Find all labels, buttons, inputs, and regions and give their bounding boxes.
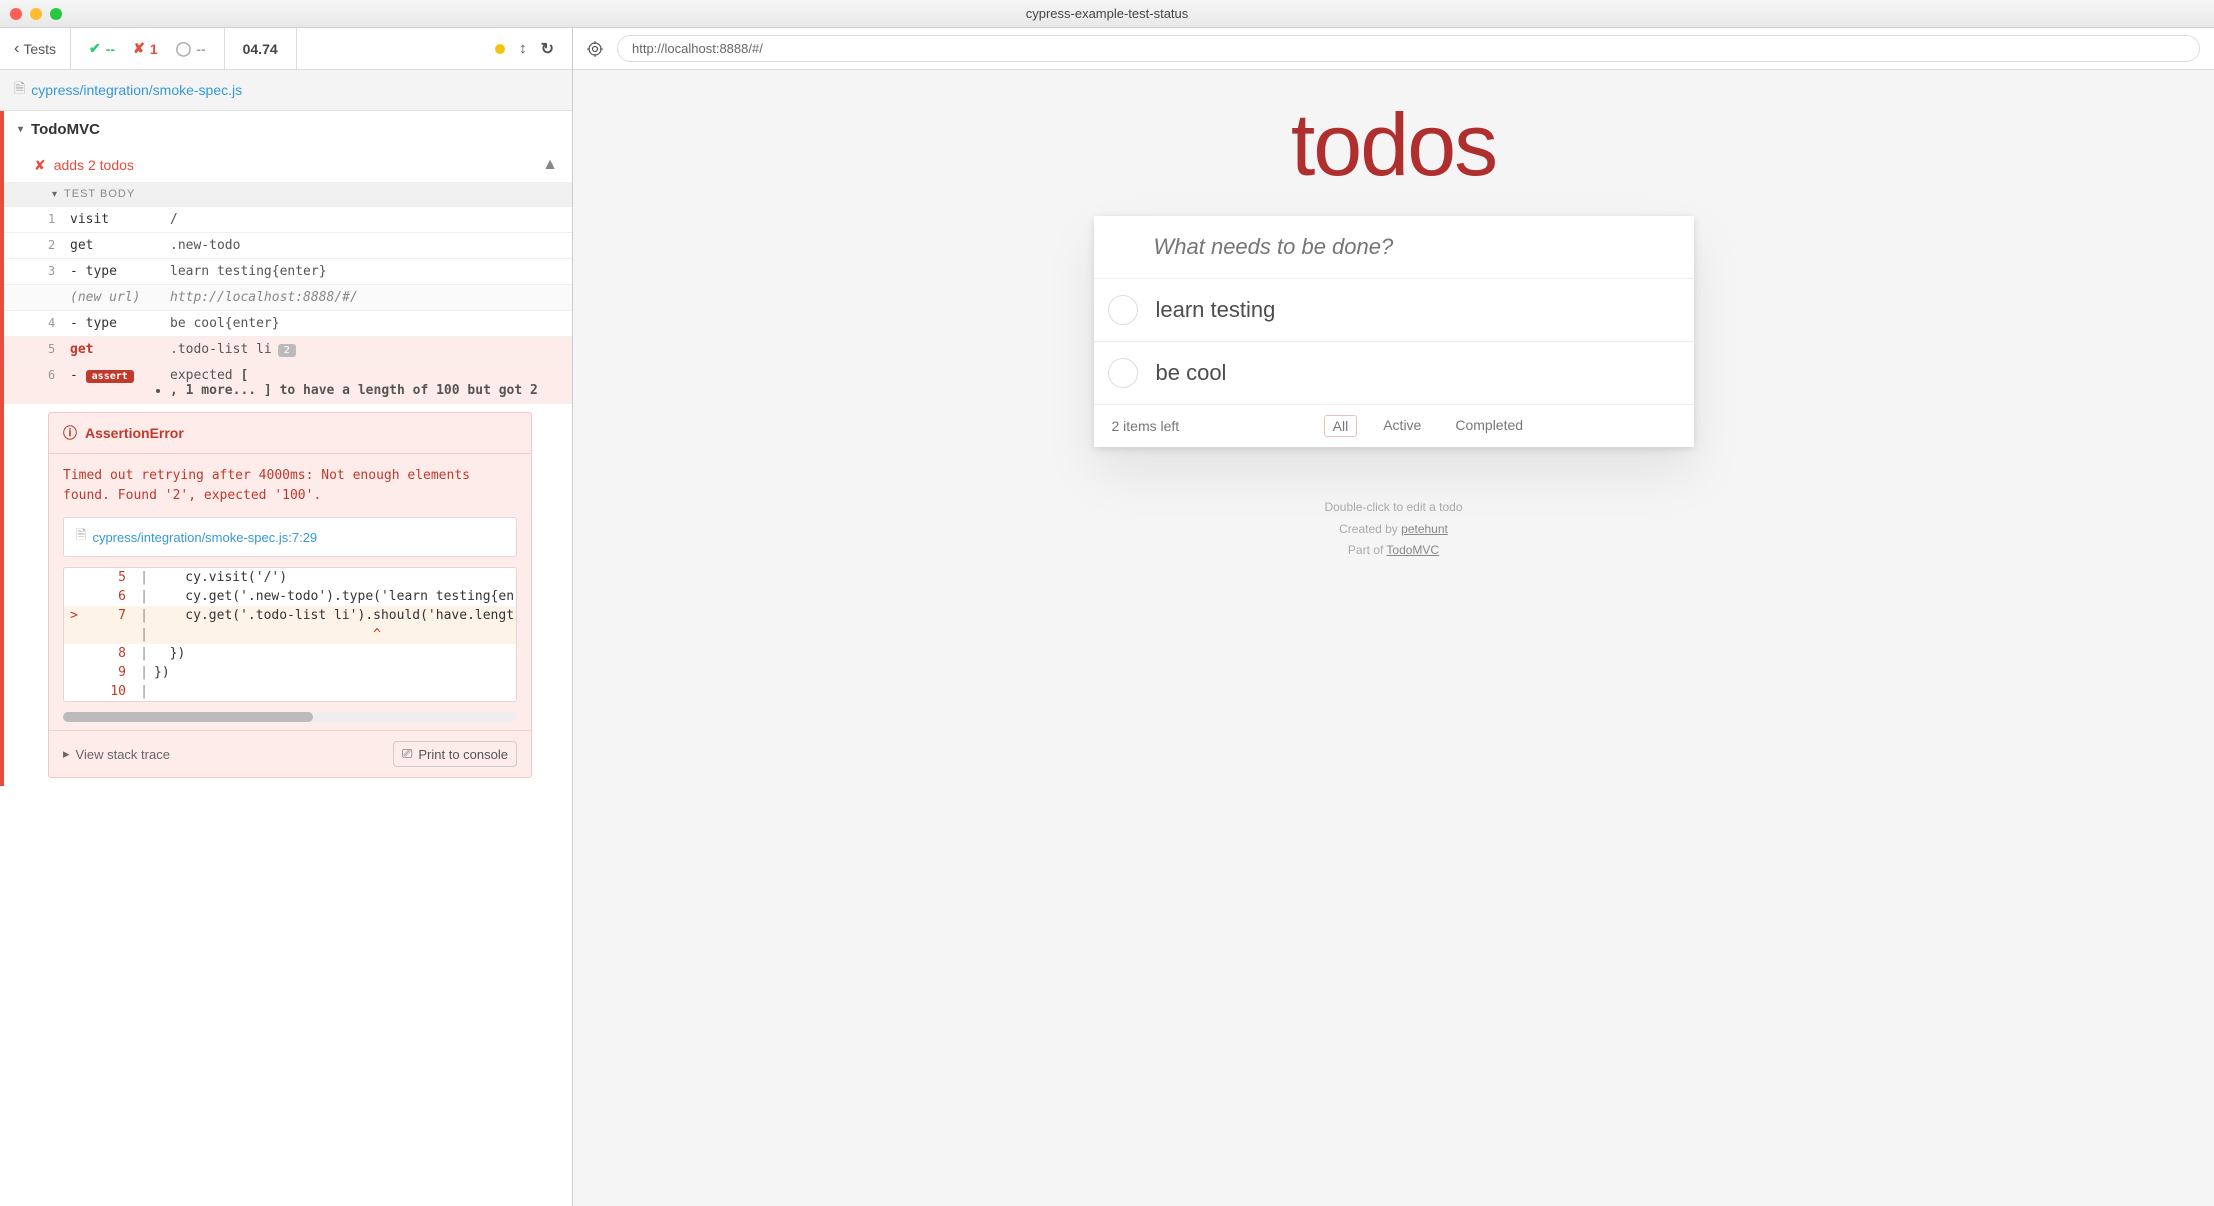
run-stats: ✔ -- ✘ 1 ◯ -- xyxy=(71,28,225,69)
error-header: ⓘ AssertionError xyxy=(49,413,531,454)
passed-count: ✔ -- xyxy=(89,40,115,57)
reporter-toolbar: ‹ Tests ✔ -- ✘ 1 ◯ -- 04.74 xyxy=(0,28,572,70)
info-line: Part of TodoMVC xyxy=(573,540,2214,562)
author-link[interactable]: petehunt xyxy=(1401,522,1448,536)
todo-list: learn testing be cool xyxy=(1094,278,1694,405)
file-icon: 🗎 xyxy=(14,78,25,102)
todo-label: be cool xyxy=(1156,360,1227,386)
close-window-button[interactable] xyxy=(10,8,22,20)
caret-down-icon: ▾ xyxy=(52,189,58,200)
todomvc-link[interactable]: TodoMVC xyxy=(1386,543,1439,557)
command-row[interactable]: 5get.todo-list li2 xyxy=(4,337,572,363)
spec-path: cypress/integration/smoke-spec.js xyxy=(31,82,242,98)
info-line: Created by petehunt xyxy=(573,519,2214,541)
reporter-panel: ‹ Tests ✔ -- ✘ 1 ◯ -- 04.74 xyxy=(0,28,573,1206)
code-line: 8| }) xyxy=(64,644,516,663)
code-line: >7| cy.get('.todo-list li').should('have… xyxy=(64,606,516,625)
rerun-icon[interactable]: ↻ xyxy=(541,39,554,59)
test-body-header: ▾ TEST BODY xyxy=(4,182,572,206)
code-line: 5| cy.visit('/') xyxy=(64,568,516,587)
command-row[interactable]: (new url)http://localhost:8888/#/ xyxy=(4,285,572,311)
window-title: cypress-example-test-status xyxy=(1026,6,1189,21)
filter-completed[interactable]: Completed xyxy=(1447,415,1531,437)
error-icon: ⓘ xyxy=(63,423,77,443)
maximize-window-button[interactable] xyxy=(50,8,62,20)
aut-toolbar: http://localhost:8888/#/ xyxy=(573,28,2214,70)
x-icon: ✘ xyxy=(34,157,46,174)
app-info: Double-click to edit a todo Created by p… xyxy=(573,497,2214,562)
todoapp: learn testing be cool 2 items left All Ac… xyxy=(1094,216,1694,447)
toggle-complete-checkbox[interactable] xyxy=(1108,295,1138,325)
test-name: adds 2 todos xyxy=(54,157,134,173)
spec-file-header[interactable]: 🗎 cypress/integration/smoke-spec.js xyxy=(0,70,572,111)
x-icon: ✘ xyxy=(133,40,145,57)
app-title: todos xyxy=(573,94,2214,196)
error-file-link[interactable]: 🗎 cypress/integration/smoke-spec.js:7:29 xyxy=(63,517,517,557)
command-row[interactable]: 3- typelearn testing{enter} xyxy=(4,259,572,285)
todo-item[interactable]: learn testing xyxy=(1094,279,1694,342)
horizontal-scrollbar[interactable] xyxy=(63,712,517,722)
filter-active[interactable]: Active xyxy=(1375,415,1429,437)
filter-all[interactable]: All xyxy=(1324,415,1358,437)
toggle-complete-checkbox[interactable] xyxy=(1108,358,1138,388)
error-box: ⓘ AssertionError Timed out retrying afte… xyxy=(48,412,532,778)
test-title-row[interactable]: ✘ adds 2 todos ▲ xyxy=(4,148,572,182)
suite-title[interactable]: ▾ TodoMVC xyxy=(4,111,572,148)
info-line: Double-click to edit a todo xyxy=(573,497,2214,519)
command-log: 1visit/2get.new-todo3- typelearn testing… xyxy=(4,206,572,404)
traffic-lights xyxy=(10,8,62,20)
caret-down-icon: ▾ xyxy=(18,124,23,135)
scroll-icon[interactable]: ↕ xyxy=(519,40,527,57)
code-line: 6| cy.get('.new-todo').type('learn testi… xyxy=(64,587,516,606)
chevron-right-icon: ▸ xyxy=(63,746,70,762)
warning-icon: ▲ xyxy=(542,156,558,174)
error-message: Timed out retrying after 4000ms: Not eno… xyxy=(49,454,531,517)
terminal-icon: ⎚ xyxy=(402,746,412,762)
filter-group: All Active Completed xyxy=(1179,415,1675,437)
code-line: 9|}) xyxy=(64,663,516,682)
view-stack-trace-button[interactable]: ▸ View stack trace xyxy=(63,741,170,767)
failed-count: ✘ 1 xyxy=(133,40,158,57)
new-todo-input[interactable] xyxy=(1094,216,1694,278)
back-to-tests-button[interactable]: ‹ Tests xyxy=(0,28,71,69)
status-dot-icon xyxy=(495,44,505,54)
todo-item[interactable]: be cool xyxy=(1094,342,1694,405)
chevron-left-icon: ‹ xyxy=(14,40,19,58)
error-footer: ▸ View stack trace ⎚ Print to console xyxy=(49,730,531,777)
print-to-console-button[interactable]: ⎚ Print to console xyxy=(393,741,517,767)
aut-panel: http://localhost:8888/#/ todos learn tes… xyxy=(573,28,2214,1206)
circle-icon: ◯ xyxy=(176,40,192,57)
suite: ▾ TodoMVC ✘ adds 2 todos ▲ ▾ TEST BODY 1… xyxy=(0,111,572,786)
todo-label: learn testing xyxy=(1156,297,1276,323)
command-row[interactable]: 4- typebe cool{enter} xyxy=(4,311,572,337)
command-row[interactable]: 1visit/ xyxy=(4,207,572,233)
command-row[interactable]: 6- assertexpected [ , 1 more... ] to hav… xyxy=(4,363,572,404)
items-left-count: 2 items left xyxy=(1112,418,1180,434)
run-duration: 04.74 xyxy=(225,28,297,69)
check-icon: ✔ xyxy=(89,40,101,57)
aut-url-bar[interactable]: http://localhost:8888/#/ xyxy=(617,35,2200,62)
back-label: Tests xyxy=(23,41,56,57)
selector-playground-icon[interactable] xyxy=(587,41,603,57)
code-line: | ^ xyxy=(64,625,516,644)
file-icon: 🗎 xyxy=(76,526,86,548)
pending-count: ◯ -- xyxy=(176,40,206,57)
command-row[interactable]: 2get.new-todo xyxy=(4,233,572,259)
code-frame: 5| cy.visit('/') 6| cy.get('.new-todo').… xyxy=(63,567,517,702)
minimize-window-button[interactable] xyxy=(30,8,42,20)
application-frame: todos learn testing be cool 2 items left … xyxy=(573,70,2214,1206)
window-titlebar: cypress-example-test-status xyxy=(0,0,2214,28)
todo-footer: 2 items left All Active Completed xyxy=(1094,405,1694,447)
code-line: 10| xyxy=(64,682,516,701)
